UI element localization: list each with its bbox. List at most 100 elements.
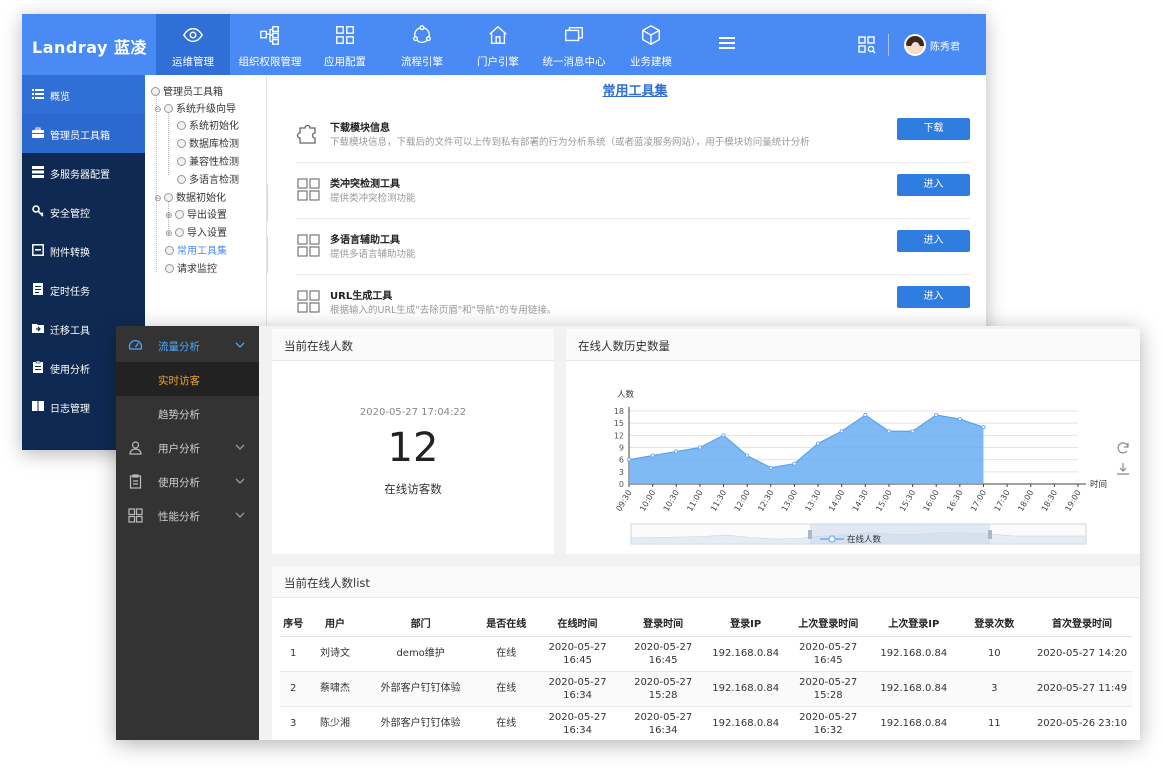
sidebar-item-multi-server[interactable]: 多服务器配置	[22, 153, 145, 192]
sidebar-item-schedule[interactable]: 定时任务	[22, 270, 145, 309]
online-users-table: 序号 用户 部门 是否在线 在线时间 登录时间 登录IP 上次登录时间 上次登录IP 登录次数 首次…	[280, 610, 1132, 740]
y-axis-label: 人数	[617, 389, 635, 400]
table-cell: 192.168.0.84	[705, 636, 786, 672]
x-tick-label: 11:30	[709, 489, 728, 513]
x-tick-label: 10:30	[662, 489, 681, 513]
series-area	[629, 415, 984, 484]
sidebar-item-security[interactable]: 安全管控	[22, 192, 145, 231]
home-icon	[487, 24, 509, 46]
enter-button[interactable]: 进入	[897, 230, 970, 252]
data-point	[886, 429, 891, 434]
x-tick-label: 14:30	[851, 489, 870, 513]
y-tick-label: 0	[619, 480, 624, 489]
avatar[interactable]	[904, 34, 926, 56]
x-tick-label: 13:30	[803, 489, 822, 513]
tree-node-db-check[interactable]: 数据库检测	[177, 135, 239, 150]
nav-org-permission[interactable]: 组织权限管理	[234, 14, 306, 75]
menu-icon[interactable]	[718, 34, 736, 52]
x-tick-label: 12:00	[733, 489, 752, 513]
x-tick-label: 18:30	[1040, 489, 1059, 513]
download-button[interactable]: 下载	[897, 118, 970, 140]
data-point	[697, 445, 702, 450]
tree-node-compat-check[interactable]: 兼容性检测	[177, 153, 239, 168]
tool-description: 提供类冲突检测功能	[330, 193, 416, 204]
table-cell: 2	[280, 671, 307, 707]
tree-node-request-monitor[interactable]: 请求监控	[165, 260, 217, 275]
tree-node-import-settings[interactable]: ⊕ 导入设置	[165, 224, 227, 239]
download-icon[interactable]	[1116, 462, 1130, 476]
data-point	[627, 457, 632, 462]
sidebar-item-admin-toolbox[interactable]: 管理员工具箱	[22, 114, 145, 153]
tree-node-admin-toolbox[interactable]: 管理员工具箱	[151, 83, 223, 98]
nav-label: 业务建模	[630, 56, 672, 68]
eye-icon	[182, 24, 204, 46]
nav-label: 统一消息中心	[542, 56, 606, 68]
column-header: 在线时间	[534, 610, 621, 637]
chevron-down-icon	[234, 441, 246, 453]
menu-label: 用户分析	[158, 443, 200, 455]
table-cell: 192.168.0.84	[705, 671, 786, 707]
message-icon	[563, 24, 585, 46]
tree-label: 系统升级向导	[176, 104, 236, 115]
menu-usage-analysis[interactable]: 使用分析	[116, 464, 259, 498]
grid-icon	[128, 508, 143, 523]
tree-node-common-tools[interactable]: 常用工具集	[165, 242, 227, 257]
menu-performance-analysis[interactable]: 性能分析	[116, 498, 259, 532]
menu-label: 使用分析	[158, 477, 200, 489]
column-header: 首次登录时间	[1032, 610, 1132, 637]
table-cell: 2020-05-27 15:28	[620, 671, 706, 707]
data-point	[981, 425, 986, 430]
sidebar-item-label: 定时任务	[50, 287, 90, 298]
tree-node-upgrade-wizard[interactable]: ⊖ 系统升级向导	[154, 100, 236, 115]
nav-app-config[interactable]: 应用配置	[310, 14, 380, 75]
sidebar-item-label: 管理员工具箱	[50, 131, 110, 142]
menu-realtime-visitors[interactable]: 实时访客	[116, 362, 259, 396]
menu-label: 性能分析	[158, 511, 200, 523]
nav-message-center[interactable]: 统一消息中心	[536, 14, 612, 75]
table-row[interactable]: 3 陈少湘 外部客户钉钉体验 在线 2020-05-27 16:34 2020-05-27…	[280, 706, 1132, 740]
card-title: 当前在线人数	[284, 339, 353, 353]
table-row[interactable]: 2 蔡啸杰 外部客户钉钉体验 在线 2020-05-27 16:34 2020-05-27…	[280, 671, 1132, 707]
chevron-up-icon	[234, 339, 246, 351]
tool-row-class-conflict: 类冲突检测工具 提供类冲突检测功能 进入	[296, 163, 970, 219]
column-header: 用户	[306, 610, 364, 637]
landray-logo: Landray 蓝凌	[32, 38, 148, 57]
table-cell: 蔡啸杰	[306, 671, 364, 707]
x-tick-label: 15:00	[874, 489, 893, 513]
nav-business-modeling[interactable]: 业务建模	[616, 14, 686, 75]
table-row[interactable]: 1 刘诗文 demo维护 在线 2020-05-27 16:45 2020-05-27 1…	[280, 636, 1132, 672]
nav-process-engine[interactable]: 流程引擎	[386, 14, 458, 75]
x-tick-label: 15:30	[898, 489, 917, 513]
menu-label: 实时访客	[158, 375, 200, 387]
refresh-icon[interactable]	[1116, 441, 1130, 455]
nav-ops-management[interactable]: 运维管理	[156, 14, 230, 75]
user-name[interactable]: 陈秀君	[930, 38, 960, 53]
card-title: 当前在线人数list	[284, 576, 370, 590]
menu-user-analysis[interactable]: 用户分析	[116, 430, 259, 464]
tree-node-export-settings[interactable]: ⊕ 导出设置	[165, 206, 227, 221]
tree-label: 数据库检测	[189, 139, 239, 150]
menu-trend-analysis[interactable]: 趋势分析	[116, 396, 259, 430]
puzzle-icon	[296, 120, 322, 146]
app-search-icon[interactable]	[858, 36, 876, 54]
enter-button[interactable]: 进入	[897, 174, 970, 196]
tree-node-system-init[interactable]: 系统初始化	[177, 117, 239, 132]
nav-portal-engine[interactable]: 门户引擎	[464, 14, 532, 75]
table-cell: demo维护	[363, 636, 478, 672]
sidebar-item-overview[interactable]: 概览	[22, 75, 145, 114]
enter-button[interactable]: 进入	[897, 286, 970, 308]
menu-traffic-analysis[interactable]: 流量分析	[116, 328, 259, 362]
tree-node-lang-check[interactable]: 多语言检测	[177, 171, 239, 186]
x-tick-label: 11:00	[685, 489, 704, 513]
sidebar-item-attachment[interactable]: 附件转换	[22, 231, 145, 270]
nav-label: 流程引擎	[401, 56, 443, 68]
key-icon	[32, 205, 44, 217]
tree-label: 兼容性检测	[189, 157, 239, 168]
cube-icon	[640, 24, 662, 46]
table-cell: 2020-05-27 16:45	[534, 636, 621, 672]
tree-node-data-init[interactable]: ⊖ 数据初始化	[154, 189, 226, 204]
schedule-icon	[32, 283, 44, 295]
legend-swatch-dot	[828, 535, 836, 543]
x-axis-label: 时间	[1090, 479, 1107, 490]
tools-title[interactable]: 常用工具集	[268, 80, 986, 99]
